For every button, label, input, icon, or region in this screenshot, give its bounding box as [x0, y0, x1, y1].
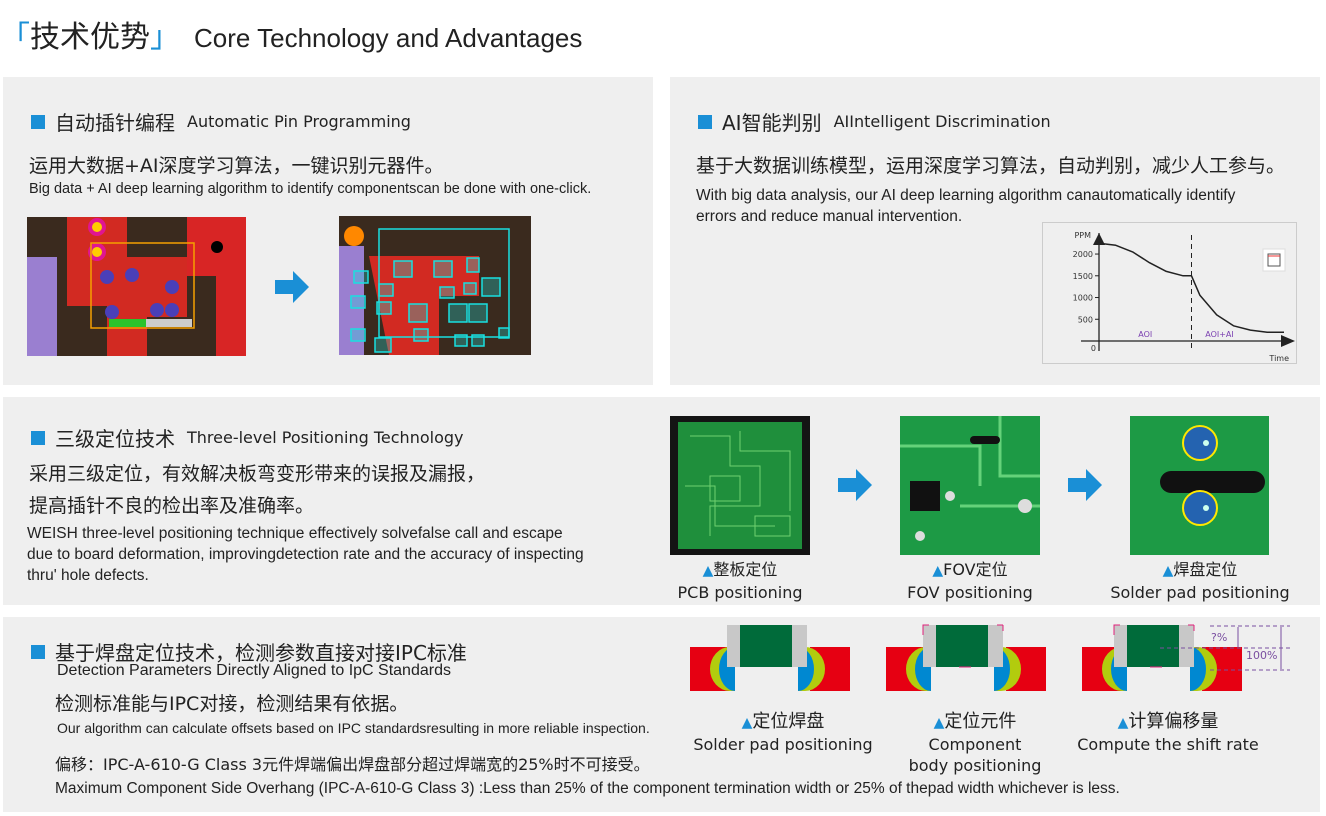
x-axis-arrow-icon	[1281, 335, 1295, 347]
triangle-icon: ▲	[741, 715, 753, 731]
progress-fill	[109, 319, 146, 327]
desc-en: Big data + AI deep learning algorithm to…	[29, 181, 592, 197]
pcb-pad-image	[1130, 416, 1269, 555]
region-label: AOI+AI	[1205, 330, 1234, 339]
shift-percent-label: ?%	[1211, 631, 1228, 644]
caption-pad-positioning: ▲定位焊盘 Solder pad positioning	[693, 711, 873, 754]
full-percent-label: 100%	[1246, 649, 1278, 662]
page-title: 「技术优势」 Core Technology and Advantages	[0, 20, 583, 55]
arrow-right-icon	[275, 271, 309, 303]
section-heading: 自动插针编程 Automatic Pin Programming	[31, 107, 411, 136]
pcb-image-after	[339, 216, 531, 355]
component-body	[740, 625, 792, 667]
x-axis-label: Time	[1268, 354, 1289, 363]
calculator-icon[interactable]	[1262, 248, 1286, 272]
triangle-icon: ▲	[702, 563, 714, 579]
triangle-icon: ▲	[1162, 563, 1174, 579]
arrow-right-icon	[838, 469, 872, 501]
pad-diagram	[690, 625, 850, 691]
triangle-icon: ▲	[1117, 715, 1129, 731]
desc-en: thru' hole defects.	[27, 567, 149, 584]
caption-pcb: ▲整板定位 PCB positioning	[677, 560, 803, 602]
bullet-square-icon	[31, 114, 45, 129]
y-tick-label: 1500	[1073, 272, 1093, 281]
panel-ipc: 基于焊盘定位技术，检测参数直接对接IPC标准 Detection Paramet…	[3, 617, 1320, 812]
y-tick-label: 500	[1078, 315, 1093, 324]
pad-diagram	[886, 624, 1046, 691]
bullet-square-icon	[31, 644, 45, 659]
desc-en: WEISH three-level positioning technique …	[27, 525, 563, 542]
bullet-square-icon	[698, 114, 712, 129]
arrow-right-icon	[1068, 469, 1102, 501]
pad-diagrams	[690, 624, 1290, 691]
y-tick-label: 0	[1091, 344, 1096, 353]
panel-auto-pin: 自动插针编程 Automatic Pin Programming 运用大数据+AI…	[3, 77, 653, 385]
triangle-icon: ▲	[932, 563, 944, 579]
y-axis-label: PPM	[1074, 231, 1091, 240]
component-body	[936, 625, 988, 667]
desc-zh: 采用三级定位，有效解决板弯变形带来的误报及漏报，	[29, 463, 486, 485]
triangle-icon: ▲	[933, 715, 945, 731]
section-heading: 三级定位技术 Three-level Positioning Technology	[31, 423, 463, 452]
caption-shift-rate: ▲计算偏移量 Compute the shift rate	[1077, 711, 1259, 754]
panel-ai-discrimination: AI智能判别 AIIntelligent Discrimination 基于大数据…	[670, 77, 1320, 385]
section-subtitle: Detection Parameters Directly Aligned to…	[57, 662, 451, 679]
note-zh: 偏移：IPC-A-610-G Class 3元件焊端偏出焊盘部分超过焊端宽的25…	[55, 755, 650, 774]
desc-zh: 基于大数据训练模型，运用深度学习算法，自动判别，减少人工参与。	[696, 155, 1286, 177]
region-label: AOI	[1138, 330, 1152, 339]
desc-en: With big data analysis, our AI deep lear…	[696, 187, 1236, 204]
section-heading: AI智能判别 AIIntelligent Discrimination	[698, 107, 1051, 136]
caption-pad: ▲焊盘定位 Solder pad positioning	[1110, 560, 1290, 602]
desc-zh: 运用大数据+AI深度学习算法，一键识别元器件。	[29, 155, 444, 177]
panel-three-level: 三级定位技术 Three-level Positioning Technology…	[3, 397, 1320, 605]
desc-en: errors and reduce manual intervention.	[696, 208, 963, 225]
caption-component-positioning: ▲定位元件 Component body positioning	[908, 711, 1042, 775]
desc-zh: 检测标准能与IPC对接，检测结果有依据。	[55, 693, 409, 715]
caption-fov: ▲FOV定位 FOV positioning	[907, 560, 1033, 602]
desc-en: Our algorithm can calculate offsets base…	[57, 720, 650, 736]
desc-zh: 提高插针不良的检出率及准确率。	[29, 495, 315, 517]
component-body	[1127, 625, 1179, 667]
desc-en: due to board deformation, improvingdetec…	[27, 546, 584, 563]
y-tick-label: 1000	[1073, 294, 1093, 303]
pcb-board-image	[670, 416, 810, 555]
note-en: Maximum Component Side Overhang (IPC-A-6…	[55, 780, 1120, 797]
y-tick-label: 2000	[1073, 250, 1093, 259]
pcb-fov-image	[900, 416, 1040, 555]
ppm-chart: PPM Time 0 500 1000 1500 2000 AOI AOI+AI	[1042, 222, 1297, 364]
pcb-image-before	[27, 217, 246, 356]
bullet-square-icon	[31, 430, 45, 445]
